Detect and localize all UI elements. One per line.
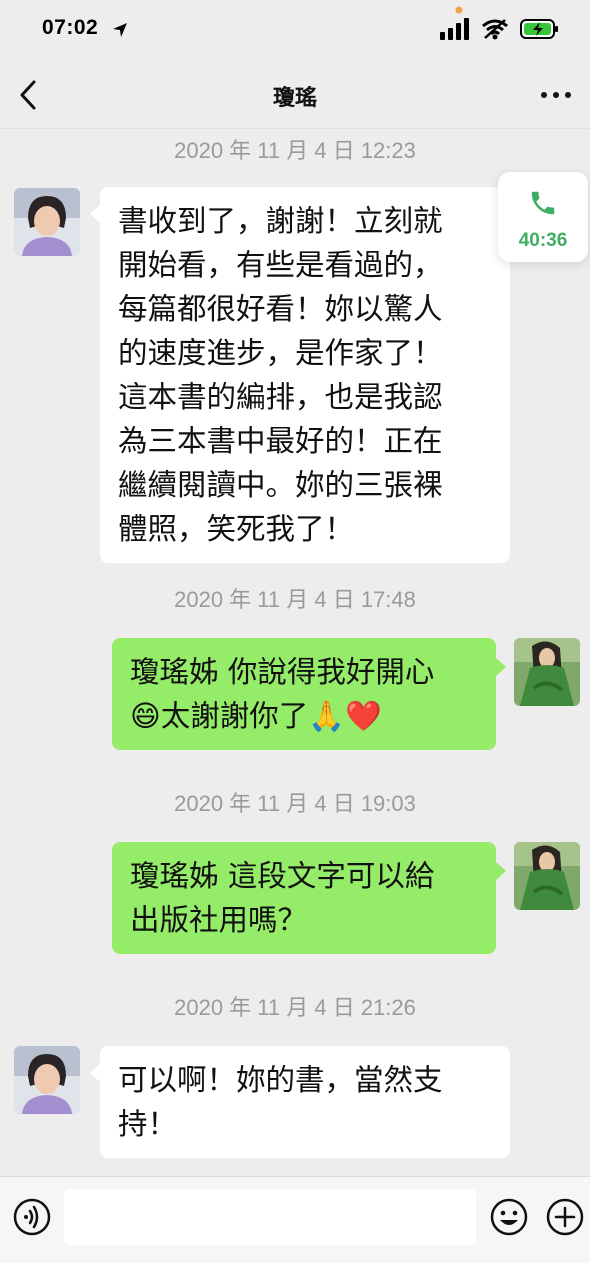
status-bar: 07:02 — [0, 0, 590, 62]
message-input[interactable] — [64, 1189, 476, 1245]
message-line: 體照，笑死我了！ — [118, 512, 355, 546]
message-line: 出版社用嗎？ — [130, 903, 308, 937]
location-arrow-icon — [113, 23, 127, 37]
voice-input-icon — [13, 1198, 51, 1236]
message-line: 的速度進步，是作家了！ — [118, 336, 443, 370]
message-bubble[interactable]: 書收到了，謝謝！立刻就 開始看，有些是看過的， 每篇都很好看！妳以驚人 的速度進… — [90, 187, 510, 563]
plus-icon — [546, 1198, 584, 1236]
message-timestamp: 2020 年 11 月 4 日 19:03 — [174, 791, 416, 816]
nav-bar: 瓊瑤 — [0, 62, 590, 129]
message-line: 瓊瑤姊 這段文字可以給 — [130, 859, 435, 893]
status-time: 07:02 — [42, 16, 99, 39]
chat-title: 瓊瑤 — [272, 86, 317, 111]
recording-dot-icon — [455, 6, 463, 14]
message-bubble[interactable]: 瓊瑤姊 這段文字可以給 出版社用嗎？ — [112, 842, 506, 954]
message-line: 為三本書中最好的！正在 — [118, 424, 443, 458]
contact-avatar[interactable] — [14, 1046, 80, 1114]
message-line: 瓊瑤姊 你說得我好開心 — [130, 655, 435, 689]
message-line: 太謝謝你了 — [160, 699, 309, 733]
phone-icon — [531, 191, 555, 215]
message-bubble[interactable]: 瓊瑤姊 你說得我好開心 😄太謝謝你了🙏❤️ — [112, 638, 506, 750]
status-icons — [439, 18, 560, 44]
ongoing-call-indicator[interactable]: 40:36 — [498, 172, 588, 262]
message-line: 可以啊！妳的書，當然支 — [118, 1063, 443, 1097]
my-avatar[interactable] — [514, 842, 580, 910]
battery-charging-icon — [520, 19, 558, 39]
message-timestamp: 2020 年 11 月 4 日 17:48 — [174, 587, 416, 612]
red-heart-emoji: ❤️ — [345, 699, 382, 733]
message-timestamp: 2020 年 11 月 4 日 12:23 — [174, 138, 416, 163]
message-timestamp: 2020 年 11 月 4 日 21:26 — [174, 995, 416, 1020]
more-dots-icon — [541, 92, 571, 98]
message-line: 每篇都很好看！妳以驚人 — [118, 292, 443, 326]
more-button[interactable] — [538, 78, 574, 112]
message-line: 這本書的編排，也是我認 — [118, 380, 443, 414]
message-line: 書收到了，謝謝！立刻就 — [118, 204, 443, 238]
emoji-button[interactable] — [489, 1197, 529, 1237]
call-duration: 40:36 — [518, 230, 568, 251]
grinning-emoji: 😄 — [130, 699, 161, 733]
message-line: 繼續閱讀中。妳的三張裸 — [118, 468, 443, 502]
contact-avatar[interactable] — [14, 188, 80, 256]
folded-hands-emoji: 🙏 — [308, 699, 346, 733]
message-bubble[interactable]: 可以啊！妳的書，當然支 持！ — [90, 1046, 510, 1158]
message-line: 開始看，有些是看過的， — [118, 248, 443, 282]
signal-icon — [439, 18, 469, 40]
emoji-icon — [490, 1198, 528, 1236]
wifi-icon — [481, 19, 508, 40]
message-line: 持！ — [118, 1107, 178, 1141]
voice-input-button[interactable] — [12, 1197, 52, 1237]
plus-button[interactable] — [545, 1197, 585, 1237]
my-avatar[interactable] — [514, 638, 580, 706]
input-bar — [0, 1176, 590, 1263]
